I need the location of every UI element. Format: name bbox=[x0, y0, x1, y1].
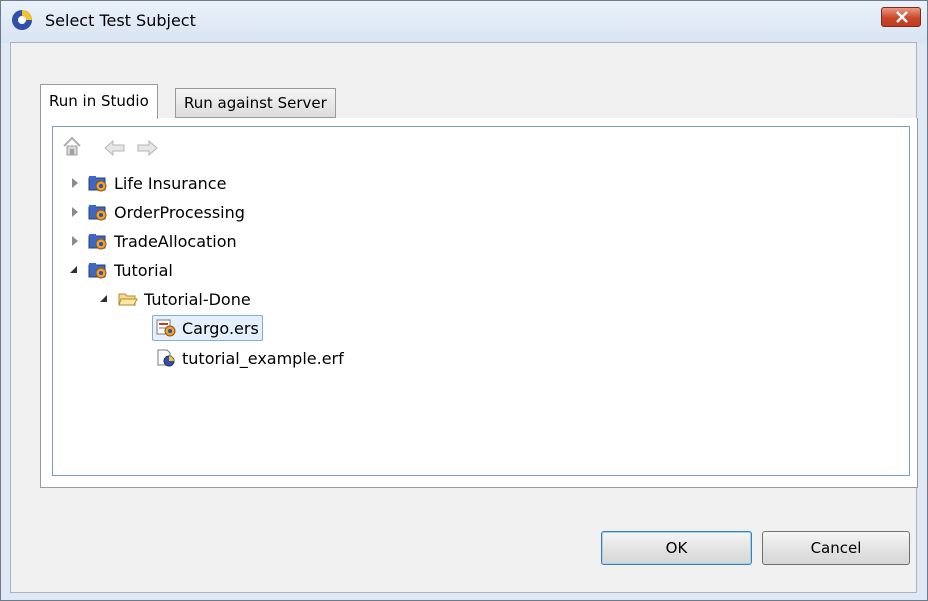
tree-item-label: TradeAllocation bbox=[114, 231, 237, 251]
tree-item-label: Tutorial-Done bbox=[144, 289, 251, 309]
project-icon bbox=[88, 263, 107, 279]
cancel-button[interactable]: Cancel bbox=[762, 531, 910, 565]
collapse-arrow-icon[interactable] bbox=[68, 263, 82, 277]
close-icon bbox=[896, 11, 908, 23]
tab-run-against-server[interactable]: Run against Server bbox=[175, 88, 336, 118]
tree-item-label: Tutorial bbox=[114, 260, 173, 280]
tab-label: Run against Server bbox=[184, 94, 327, 112]
tab-label: Run in Studio bbox=[49, 92, 149, 110]
tree-item-tutorial[interactable]: Tutorial bbox=[68, 257, 173, 283]
tree-item-label: Cargo.ers bbox=[182, 318, 259, 338]
tab-run-in-studio[interactable]: Run in Studio bbox=[40, 84, 158, 119]
forward-arrow-icon[interactable] bbox=[136, 140, 158, 156]
project-icon bbox=[88, 176, 107, 192]
selection-highlight[interactable]: Cargo.ers bbox=[152, 315, 263, 341]
tree-item-tutorial-example-erf[interactable]: tutorial_example.erf bbox=[156, 345, 344, 371]
title-bar[interactable]: Select Test Subject bbox=[1, 1, 927, 43]
tree-item-tradeallocation[interactable]: TradeAllocation bbox=[68, 228, 237, 254]
folder-open-icon bbox=[118, 293, 138, 306]
collapse-arrow-icon[interactable] bbox=[98, 292, 112, 306]
window-title: Select Test Subject bbox=[45, 11, 196, 30]
ok-button[interactable]: OK bbox=[601, 531, 752, 565]
tree-item-label: OrderProcessing bbox=[114, 202, 245, 222]
project-icon bbox=[88, 234, 107, 250]
expand-arrow-icon[interactable] bbox=[68, 205, 82, 219]
tree-item-orderprocessing[interactable]: OrderProcessing bbox=[68, 199, 245, 225]
back-arrow-icon[interactable] bbox=[104, 140, 126, 156]
expand-arrow-icon[interactable] bbox=[68, 234, 82, 248]
tree-item-label: Life Insurance bbox=[114, 173, 227, 193]
close-button[interactable] bbox=[881, 7, 921, 27]
ruleset-file-icon bbox=[156, 319, 176, 337]
tree-item-cargo-ers[interactable]: Cargo.ers bbox=[152, 315, 263, 341]
tree-item-label: tutorial_example.erf bbox=[182, 348, 344, 368]
project-icon bbox=[88, 205, 107, 221]
rule-file-icon bbox=[157, 349, 175, 367]
tree-item-life-insurance[interactable]: Life Insurance bbox=[68, 170, 226, 196]
home-icon[interactable] bbox=[62, 136, 82, 158]
expand-arrow-icon[interactable] bbox=[68, 176, 82, 190]
tree-item-tutorial-done[interactable]: Tutorial-Done bbox=[98, 286, 251, 312]
app-logo-icon bbox=[12, 10, 32, 30]
